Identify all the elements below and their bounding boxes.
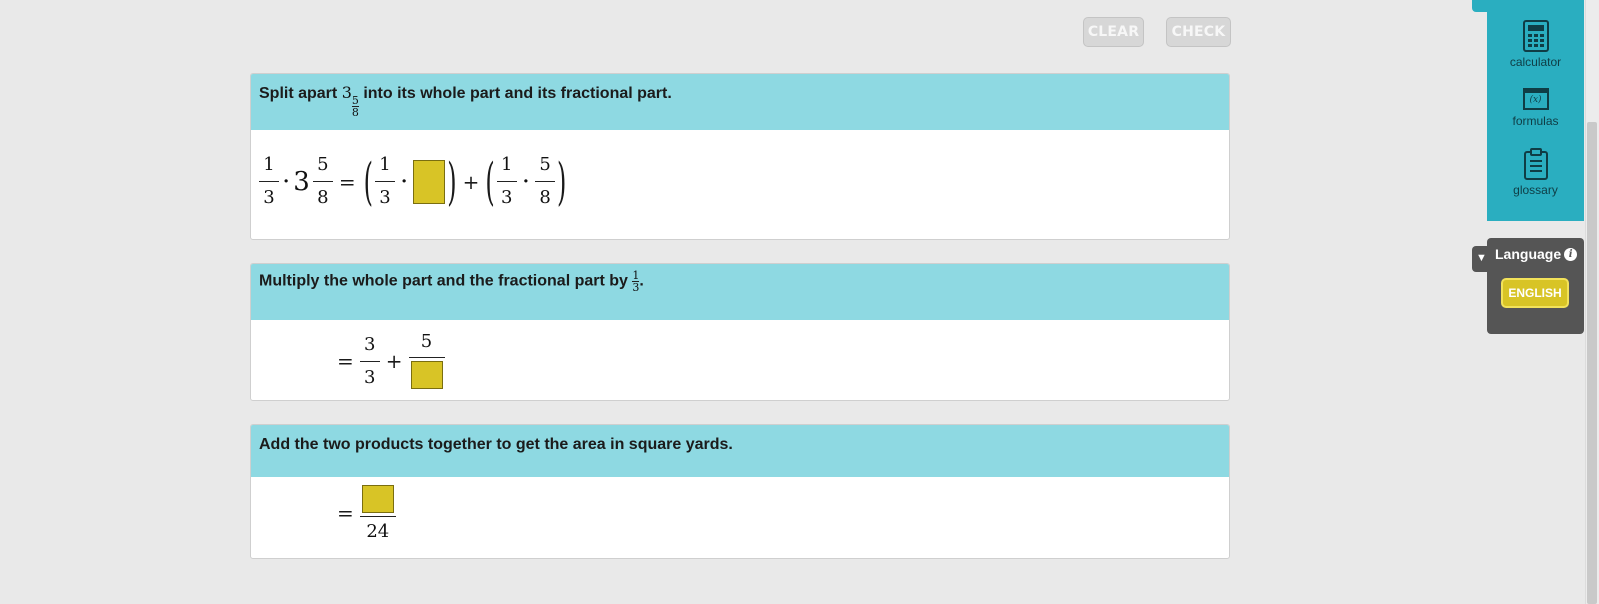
fraction-one-third: 13 bbox=[259, 156, 279, 207]
right-paren: ) bbox=[447, 152, 457, 211]
fraction-box-over-24: 24 bbox=[359, 485, 396, 542]
frac-denominator: 8 bbox=[539, 187, 551, 208]
clear-button[interactable]: CLEAR bbox=[1083, 17, 1144, 47]
frac-numerator: 5 bbox=[539, 154, 551, 175]
fraction-three-thirds: 33 bbox=[359, 333, 380, 388]
frac-numerator: 3 bbox=[364, 333, 376, 355]
glossary-tool[interactable]: glossary bbox=[1487, 148, 1584, 197]
dot-operator: · bbox=[283, 171, 290, 192]
frac-denominator: 3 bbox=[379, 187, 391, 208]
prompt-fraction: 58 bbox=[351, 94, 359, 119]
frac-numerator: 1 bbox=[501, 154, 513, 175]
equals-sign: = bbox=[338, 169, 356, 194]
calculator-tool[interactable]: calculator bbox=[1487, 20, 1584, 69]
prompt-text: Add the two products together to get the… bbox=[259, 436, 733, 453]
frac-bar bbox=[535, 181, 556, 182]
equals-sign: = bbox=[337, 349, 354, 373]
step-equation-1: 13 · 3 58 = ( 13 · ) + ( 13 · 58 ) bbox=[251, 130, 1229, 239]
answer-box-whole[interactable] bbox=[413, 159, 446, 204]
answer-box-denominator[interactable] bbox=[410, 361, 443, 389]
frac-denominator: 3 bbox=[263, 187, 275, 208]
frac-numerator: 1 bbox=[263, 154, 275, 175]
prompt-text: Split apart bbox=[259, 85, 338, 102]
plus-sign: + bbox=[462, 169, 480, 194]
formulas-label: formulas bbox=[1512, 114, 1559, 128]
frac-bar bbox=[408, 357, 445, 358]
step-equation-2: = 33 + 5 bbox=[251, 320, 1229, 400]
formulas-icon: (x) bbox=[1522, 88, 1549, 110]
equals-sign: = bbox=[337, 501, 354, 525]
english-button[interactable]: ENGLISH bbox=[1501, 278, 1569, 308]
scrollbar-thumb[interactable] bbox=[1587, 122, 1597, 604]
frac-numerator: 1 bbox=[379, 154, 391, 175]
frac-bar bbox=[359, 516, 396, 517]
step-card-3: Add the two products together to get the… bbox=[250, 424, 1230, 559]
frac-bar bbox=[259, 181, 279, 182]
frac-denominator: 8 bbox=[351, 106, 359, 119]
info-icon[interactable]: i bbox=[1564, 247, 1578, 261]
caret-down-icon: ▼ bbox=[1476, 252, 1487, 264]
frac-numerator: 5 bbox=[420, 331, 433, 352]
step-card-2: Multiply the whole part and the fraction… bbox=[250, 263, 1230, 401]
prompt-text: . bbox=[639, 272, 644, 290]
reference-sidebar: calculator (x) formulas glossary bbox=[1487, 0, 1584, 221]
step-card-1: Split apart 358 into its whole part and … bbox=[250, 73, 1230, 240]
calculator-icon bbox=[1522, 20, 1549, 52]
dot-operator: · bbox=[400, 171, 408, 192]
language-panel: Language i ENGLISH bbox=[1487, 238, 1584, 334]
left-paren: ( bbox=[485, 152, 495, 211]
fraction-five-eighths: 58 bbox=[312, 154, 333, 208]
step-prompt-3: Add the two products together to get the… bbox=[251, 425, 1229, 477]
frac-numerator: 5 bbox=[317, 154, 329, 175]
glossary-icon bbox=[1523, 148, 1548, 180]
formulas-tool[interactable]: (x) formulas bbox=[1487, 88, 1584, 128]
frac-bar bbox=[359, 360, 380, 362]
step-prompt-2: Multiply the whole part and the fraction… bbox=[251, 264, 1229, 320]
plus-sign: + bbox=[385, 349, 403, 373]
frac-bar bbox=[312, 181, 333, 182]
fraction-five-eighths: 58 bbox=[535, 154, 556, 208]
frac-denominator: 3 bbox=[501, 187, 513, 208]
fraction-one-third: 13 bbox=[496, 154, 517, 208]
calculator-label: calculator bbox=[1509, 55, 1562, 69]
prompt-text: Multiply the whole part and the fraction… bbox=[259, 272, 628, 290]
fraction-five-over-box: 5 bbox=[408, 331, 445, 389]
answer-box-numerator[interactable] bbox=[361, 485, 394, 513]
glossary-label: glossary bbox=[1513, 183, 1558, 197]
fraction-one-third: 13 bbox=[374, 154, 395, 208]
dot-operator: · bbox=[522, 171, 530, 192]
left-paren: ( bbox=[363, 152, 373, 211]
language-title: Language bbox=[1495, 246, 1562, 262]
frac-bar bbox=[374, 181, 395, 182]
mixed-number-whole: 3 bbox=[341, 83, 352, 102]
frac-bar bbox=[496, 181, 517, 182]
frac-numerator: 5 bbox=[351, 94, 359, 107]
step-equation-3: = 24 bbox=[251, 477, 1229, 558]
frac-denominator: 24 bbox=[366, 521, 390, 542]
right-paren: ) bbox=[557, 152, 567, 211]
frac-denominator: 3 bbox=[364, 366, 376, 388]
prompt-text: into its whole part and its fractional p… bbox=[363, 85, 672, 102]
mixed-whole: 3 bbox=[293, 166, 310, 197]
step-prompt-1: Split apart 358 into its whole part and … bbox=[251, 74, 1229, 130]
check-button[interactable]: CHECK bbox=[1166, 17, 1231, 47]
frac-denominator: 8 bbox=[317, 187, 329, 208]
